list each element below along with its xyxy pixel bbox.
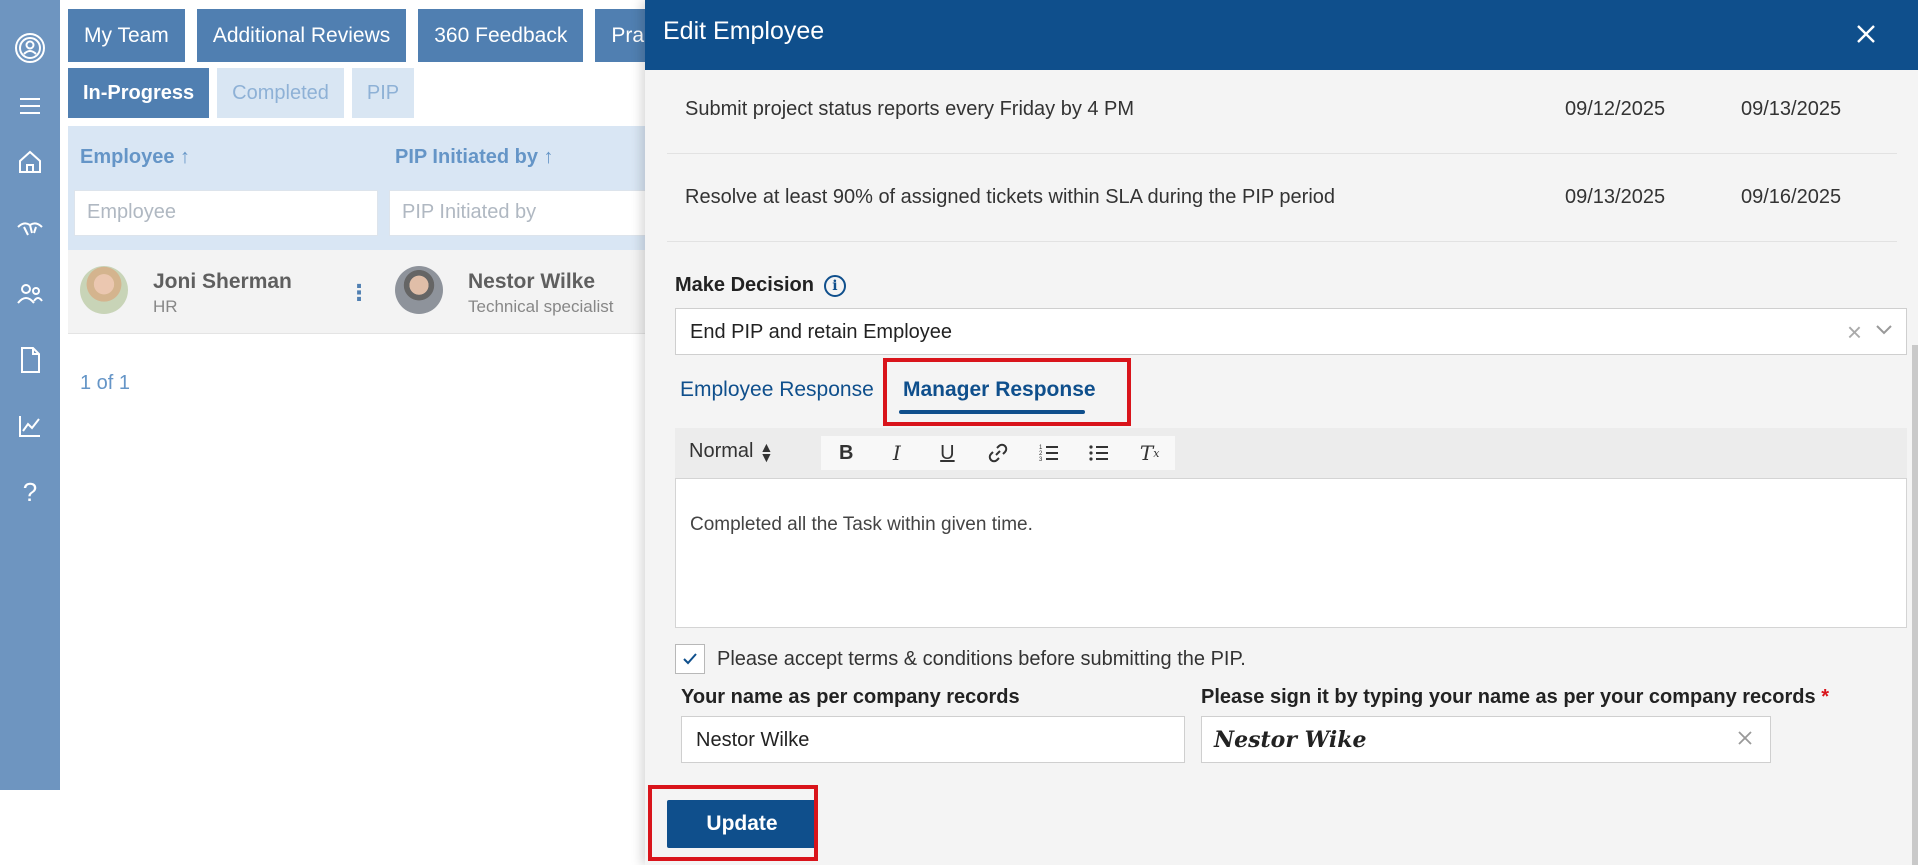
panel-title: Edit Employee	[663, 17, 825, 45]
tab-additional-reviews[interactable]: Additional Reviews	[196, 9, 407, 62]
highlight-box	[648, 785, 818, 861]
company-name-value: Nestor Wilke	[696, 729, 810, 751]
decision-select[interactable]: End PIP and retain Employee ×	[675, 308, 1907, 355]
clear-icon[interactable]: ×	[1847, 317, 1862, 348]
goal-start-date: 09/12/2025	[1565, 98, 1666, 120]
employee-name: Joni Sherman	[153, 270, 292, 293]
signature-label-text: Please sign it by typing your name as pe…	[1201, 686, 1816, 708]
goal-end-date: 09/16/2025	[1741, 186, 1842, 208]
terms-row: Please accept terms & conditions before …	[675, 644, 1246, 674]
panel-header: Edit Employee	[645, 0, 1918, 70]
avatar	[395, 266, 443, 314]
tab-360-feedback[interactable]: 360 Feedback	[418, 9, 584, 62]
terms-checkbox[interactable]	[675, 644, 705, 674]
name-label: Your name as per company records	[681, 686, 1020, 708]
signature-label: Please sign it by typing your name as pe…	[1201, 686, 1829, 709]
goal-start-date: 09/13/2025	[1565, 186, 1666, 208]
left-navigation: ?	[0, 0, 60, 790]
column-employee[interactable]: Employee ↑	[80, 146, 190, 169]
updown-icon: ▲ ▼	[759, 438, 774, 465]
initiator-role: Technical specialist	[468, 297, 614, 316]
analytics-icon[interactable]	[10, 406, 50, 446]
bold-icon[interactable]: B	[831, 438, 861, 468]
format-select[interactable]: Normal ▲ ▼	[689, 438, 774, 465]
top-tabs: My Team Additional Reviews 360 Feedback …	[68, 9, 661, 62]
terms-label: Please accept terms & conditions before …	[717, 647, 1246, 670]
employee-role: HR	[153, 297, 178, 316]
tab-in-progress[interactable]: In-Progress	[68, 68, 210, 118]
link-icon[interactable]	[983, 438, 1013, 468]
bullet-list-icon[interactable]	[1084, 438, 1114, 468]
edit-employee-panel: Edit Employee Submit project status repo…	[645, 0, 1918, 865]
tab-pip[interactable]: PIP	[351, 68, 415, 118]
svg-text:3: 3	[1039, 457, 1043, 463]
goal-row: Resolve at least 90% of assigned tickets…	[667, 154, 1897, 242]
clear-signature-icon[interactable]	[1734, 727, 1756, 749]
goal-text: Resolve at least 90% of assigned tickets…	[685, 186, 1336, 208]
required-mark: *	[1821, 686, 1829, 708]
format-buttons: B I U 123 Tx	[821, 436, 1175, 470]
format-select-label: Normal	[689, 440, 754, 462]
goal-end-date: 09/13/2025	[1741, 98, 1842, 120]
clear-format-icon[interactable]: Tx	[1135, 438, 1165, 468]
help-icon[interactable]: ?	[10, 472, 50, 512]
editor-content: Completed all the Task within given time…	[690, 514, 1033, 535]
signature-input[interactable]: Nestor Wike	[1201, 716, 1771, 763]
tab-my-team[interactable]: My Team	[68, 9, 185, 62]
manager-response-editor[interactable]: Completed all the Task within given time…	[675, 478, 1907, 628]
handshake-icon[interactable]	[10, 208, 50, 248]
make-decision-label: Make Decision i	[675, 274, 846, 297]
employee-filter-input[interactable]: Employee	[74, 190, 378, 236]
more-options-icon[interactable]: ⋮	[348, 280, 370, 306]
home-icon[interactable]	[10, 142, 50, 182]
chevron-down-icon[interactable]	[1874, 319, 1894, 339]
grid-header: Employee ↑ PIP Initiated by ↑ Employee P…	[68, 126, 709, 250]
column-pip-initiated-by[interactable]: PIP Initiated by ↑	[395, 146, 554, 169]
avatar	[80, 266, 128, 314]
signature-value: Nestor Wike	[1214, 727, 1367, 753]
tab-employee-response[interactable]: Employee Response	[680, 378, 874, 402]
close-icon[interactable]	[1852, 20, 1880, 48]
user-circle-icon[interactable]	[10, 28, 50, 68]
underline-icon[interactable]: U	[932, 438, 962, 468]
decision-value: End PIP and retain Employee	[690, 321, 953, 343]
italic-icon[interactable]: I	[882, 438, 912, 468]
pagination: 1 of 1	[80, 372, 131, 394]
goal-text: Submit project status reports every Frid…	[685, 98, 1135, 120]
goal-row: Submit project status reports every Frid…	[667, 66, 1897, 154]
ordered-list-icon[interactable]: 123	[1034, 438, 1064, 468]
info-icon[interactable]: i	[823, 274, 846, 297]
company-name-input[interactable]: Nestor Wilke	[681, 716, 1185, 763]
highlight-box	[883, 358, 1131, 426]
menu-icon[interactable]	[10, 86, 50, 126]
table-row[interactable]: Joni Sherman HR ⋮ Nestor Wilke Technical…	[68, 250, 708, 334]
scrollbar[interactable]	[1912, 345, 1918, 865]
checkmark-icon	[683, 653, 697, 665]
tab-completed[interactable]: Completed	[217, 68, 344, 118]
make-decision-text: Make Decision	[675, 274, 814, 296]
team-icon[interactable]	[10, 274, 50, 314]
document-icon[interactable]	[10, 340, 50, 380]
editor-toolbar: Normal ▲ ▼ B I U 123 Tx	[675, 428, 1907, 478]
initiator-name: Nestor Wilke	[468, 270, 596, 293]
sub-tabs: In-Progress Completed PIP	[68, 68, 415, 118]
